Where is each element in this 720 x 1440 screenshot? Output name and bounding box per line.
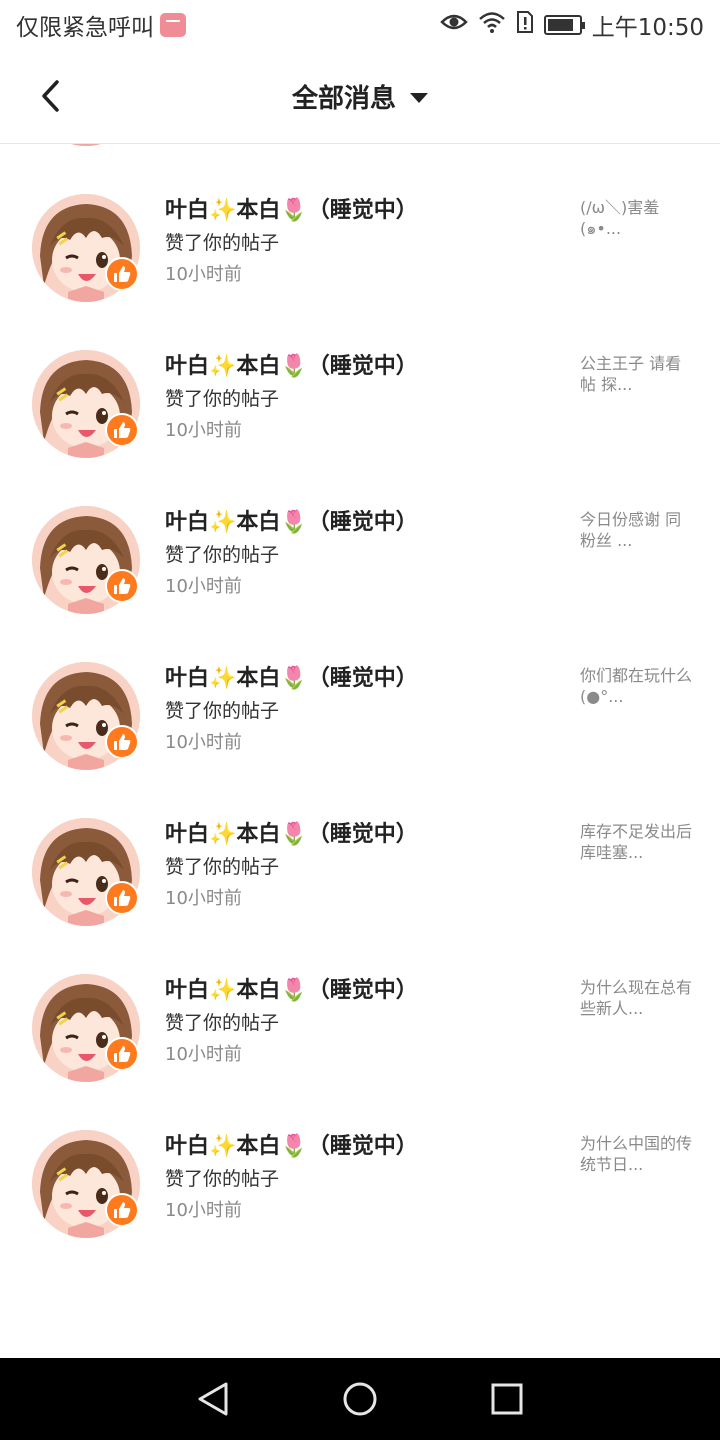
sim-alert-icon xyxy=(516,11,534,39)
notification-time: 10小时前 xyxy=(165,1044,242,1065)
post-preview[interactable]: 为什么中国的传统节日... xyxy=(580,1133,692,1175)
user-name[interactable]: 叶白✨本白🌷（睡觉中） xyxy=(165,816,418,848)
post-preview[interactable]: 公主王子 请看帖 探... xyxy=(580,353,692,395)
eye-icon xyxy=(439,12,468,38)
notification-item[interactable]: 叶白✨本白🌷（睡觉中） 赞了你的帖子 10小时前 为什么现在总有些新人... xyxy=(0,964,720,1120)
wifi-icon xyxy=(478,11,506,39)
notification-item[interactable]: 叶白✨本白🌷（睡觉中） 赞了你的帖子 10小时前 库存不足发出后库哇塞... xyxy=(0,808,720,964)
nav-home-button[interactable] xyxy=(340,1379,380,1419)
nav-recents-button[interactable] xyxy=(487,1379,527,1419)
notification-action: 赞了你的帖子 xyxy=(165,232,280,254)
square-recents-icon xyxy=(491,1383,523,1415)
thumbs-up-icon xyxy=(114,1202,131,1218)
notification-item[interactable]: 叶白✨本白🌷（睡觉中） 赞了你的帖子 10小时前 公主王子 请看帖 探... xyxy=(0,340,720,496)
thumbs-up-icon xyxy=(114,734,131,750)
notification-time: 10小时前 xyxy=(165,264,242,285)
notification-time: 10小时前 xyxy=(165,576,242,597)
chevron-left-icon xyxy=(42,80,59,112)
notification-action: 赞了你的帖子 xyxy=(165,700,280,722)
thumbs-up-icon xyxy=(114,422,131,438)
notification-action: 赞了你的帖子 xyxy=(165,1012,280,1034)
notification-action: 赞了你的帖子 xyxy=(165,856,280,878)
user-name[interactable]: 叶白✨本白🌷（睡觉中） xyxy=(165,348,418,380)
caret-down-icon xyxy=(410,92,428,103)
post-preview[interactable]: 为什么现在总有些新人... xyxy=(580,977,692,1019)
thumbs-up-icon xyxy=(114,266,131,282)
notification-item[interactable]: 叶白✨本白🌷（睡觉中） 赞了你的帖子 10小时前 (/ω＼)害羞(๑•... xyxy=(0,184,720,340)
notification-action: 赞了你的帖子 xyxy=(165,388,280,410)
post-preview[interactable]: (/ω＼)害羞(๑•... xyxy=(580,197,692,239)
anime-girl-avatar-icon xyxy=(32,144,140,146)
like-badge xyxy=(105,413,139,447)
notification-item[interactable]: 叶白✨本白🌷（睡觉中） 赞了你的帖子 10小时前 今日份感谢 同粉丝 ... xyxy=(0,496,720,652)
triangle-back-icon xyxy=(198,1382,228,1416)
notification-item[interactable]: 叶白✨本白🌷（睡觉中） 赞了你的帖子 10小时前 汇！！！！！爱了爱... xyxy=(0,144,720,184)
notification-time: 10小时前 xyxy=(165,732,242,753)
post-preview[interactable]: 库存不足发出后库哇塞... xyxy=(580,821,692,863)
notification-item[interactable]: 叶白✨本白🌷（睡觉中） 赞了你的帖子 10小时前 你们都在玩什么(●°... xyxy=(0,652,720,808)
user-name[interactable]: 叶白✨本白🌷（睡觉中） xyxy=(165,660,418,692)
notification-list[interactable]: 叶白✨本白🌷（睡觉中） 赞了你的帖子 10小时前 汇！！！！！爱了爱... xyxy=(0,144,720,1358)
post-preview[interactable]: 今日份感谢 同粉丝 ... xyxy=(580,509,692,551)
notification-action: 赞了你的帖子 xyxy=(165,544,280,566)
notification-action: 赞了你的帖子 xyxy=(165,1168,280,1190)
like-badge xyxy=(105,725,139,759)
thumbs-up-icon xyxy=(114,578,131,594)
notification-time: 10小时前 xyxy=(165,420,242,441)
user-name[interactable]: 叶白✨本白🌷（睡觉中） xyxy=(165,192,418,224)
notification-time: 10小时前 xyxy=(165,888,242,909)
status-right: 上午10:50 xyxy=(439,8,704,42)
header: 全部消息 xyxy=(0,50,720,144)
carrier-text: 仅限紧急呼叫 xyxy=(16,15,154,41)
avatar[interactable] xyxy=(32,144,140,146)
notification-time: 10小时前 xyxy=(165,1200,242,1221)
post-preview[interactable]: 你们都在玩什么(●°... xyxy=(580,665,692,707)
page-title: 全部消息 xyxy=(291,84,396,114)
user-name[interactable]: 叶白✨本白🌷（睡觉中） xyxy=(165,972,418,1004)
like-badge xyxy=(105,1193,139,1227)
back-button[interactable] xyxy=(30,76,70,116)
user-name[interactable]: 叶白✨本白🌷（睡觉中） xyxy=(165,1128,418,1160)
thumbs-up-icon xyxy=(114,890,131,906)
message-filter-dropdown[interactable]: 全部消息 xyxy=(292,78,428,115)
user-name[interactable]: 叶白✨本白🌷（睡觉中） xyxy=(165,504,418,536)
nav-back-button[interactable] xyxy=(193,1379,233,1419)
like-badge xyxy=(105,881,139,915)
thumbs-up-icon xyxy=(114,1046,131,1062)
status-left: 仅限紧急呼叫 xyxy=(16,8,186,42)
circle-home-icon xyxy=(343,1382,377,1416)
like-badge xyxy=(105,257,139,291)
like-badge xyxy=(105,1037,139,1071)
like-badge xyxy=(105,569,139,603)
sim-card-icon xyxy=(160,13,186,37)
status-time: 上午10:50 xyxy=(591,15,704,41)
system-nav-bar xyxy=(0,1358,720,1440)
battery-icon xyxy=(543,15,585,35)
status-bar: 仅限紧急呼叫 上午10:50 xyxy=(0,0,720,50)
notification-item[interactable]: 叶白✨本白🌷（睡觉中） 赞了你的帖子 10小时前 为什么中国的传统节日... xyxy=(0,1120,720,1276)
